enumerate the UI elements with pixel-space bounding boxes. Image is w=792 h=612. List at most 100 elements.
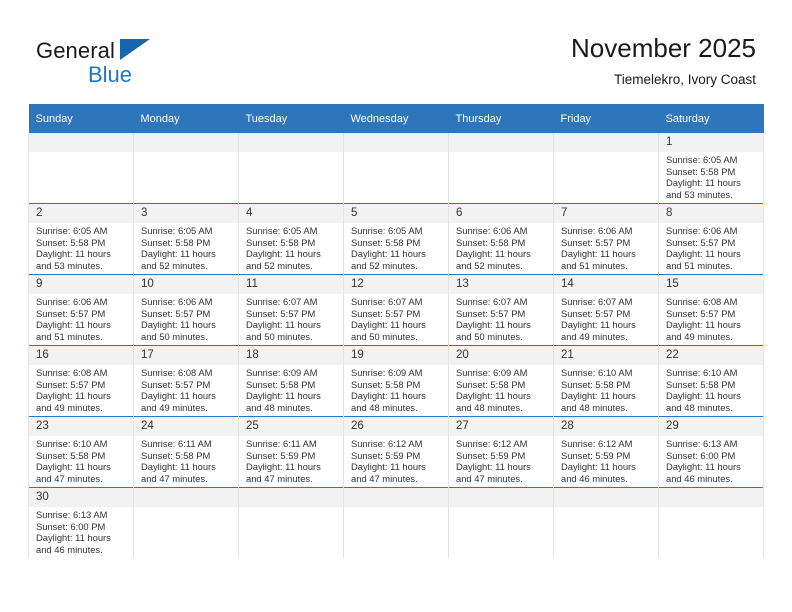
calendar-day-cell[interactable]: 7 Sunrise: 6:06 AM Sunset: 5:57 PM Daylight…: [553, 203, 659, 275]
calendar-day-cell[interactable]: 25 Sunrise: 6:11 AM Sunset: 5:59 PM Dayligh…: [238, 416, 344, 488]
calendar-day-cell[interactable]: 1 Sunrise: 6:05 AM Sunset: 5:58 PM Daylight…: [658, 133, 764, 204]
day-number: 1: [659, 133, 763, 152]
sunset-text: Sunset: 5:57 PM: [456, 307, 526, 319]
daylight-text-cont: and 53 minutes.: [666, 188, 733, 200]
calendar-day-cell[interactable]: 8 Sunrise: 6:06 AM Sunset: 5:57 PM Daylight…: [658, 203, 764, 275]
calendar-day-cell[interactable]: 16 Sunrise: 6:08 AM Sunset: 5:57 PM Dayligh…: [28, 345, 134, 417]
calendar-day-cell[interactable]: 23 Sunrise: 6:10 AM Sunset: 5:58 PM Dayligh…: [28, 416, 134, 488]
day-number: 8: [659, 204, 763, 223]
weekday-header-thursday: Thursday: [448, 104, 554, 133]
day-details: Sunrise: 6:07 AM Sunset: 5:57 PM Daylight:…: [239, 294, 343, 342]
daylight-text-cont: and 51 minutes.: [666, 259, 733, 271]
day-cell-inner: [134, 488, 238, 558]
day-details: Sunrise: 6:11 AM Sunset: 5:59 PM Daylight:…: [239, 436, 343, 484]
calendar-day-cell[interactable]: 26 Sunrise: 6:12 AM Sunset: 5:59 PM Dayligh…: [343, 416, 449, 488]
calendar-day-cell[interactable]: 17 Sunrise: 6:08 AM Sunset: 5:57 PM Dayligh…: [133, 345, 239, 417]
daylight-text: Daylight: 11 hours: [141, 461, 216, 473]
day-number: 30: [29, 488, 133, 507]
day-details: Sunrise: 6:11 AM Sunset: 5:58 PM Daylight:…: [134, 436, 238, 484]
day-cell-inner: 25 Sunrise: 6:11 AM Sunset: 5:59 PM Dayligh…: [239, 417, 343, 487]
calendar-week-row: 30 Sunrise: 6:13 AM Sunset: 6:00 PM Dayligh…: [28, 487, 764, 558]
day-cell-inner: [344, 133, 448, 203]
calendar-day-cell[interactable]: 9 Sunrise: 6:06 AM Sunset: 5:57 PM Daylight…: [28, 274, 134, 346]
calendar-day-cell[interactable]: 10 Sunrise: 6:06 AM Sunset: 5:57 PM Dayligh…: [133, 274, 239, 346]
daylight-text: Daylight: 11 hours: [456, 390, 531, 402]
day-number: 12: [344, 275, 448, 294]
day-number: 20: [449, 346, 553, 365]
sunrise-text: Sunrise: 6:07 AM: [561, 296, 633, 307]
calendar-day-cell[interactable]: 29 Sunrise: 6:13 AM Sunset: 6:00 PM Dayligh…: [658, 416, 764, 488]
sunrise-text: Sunrise: 6:07 AM: [351, 296, 423, 307]
day-cell-inner: [554, 133, 658, 203]
daylight-text: Daylight: 11 hours: [456, 461, 531, 473]
daylight-text: Daylight: 11 hours: [666, 390, 741, 402]
calendar-day-cell[interactable]: 5 Sunrise: 6:05 AM Sunset: 5:58 PM Daylight…: [343, 203, 449, 275]
daylight-text: Daylight: 11 hours: [36, 248, 111, 260]
sunrise-text: Sunrise: 6:12 AM: [456, 438, 528, 449]
day-number: 27: [449, 417, 553, 436]
calendar-day-cell[interactable]: 28 Sunrise: 6:12 AM Sunset: 5:59 PM Dayligh…: [553, 416, 659, 488]
calendar-day-cell[interactable]: 19 Sunrise: 6:09 AM Sunset: 5:58 PM Dayligh…: [343, 345, 449, 417]
day-number: 13: [449, 275, 553, 294]
calendar-day-cell[interactable]: 22 Sunrise: 6:10 AM Sunset: 5:58 PM Dayligh…: [658, 345, 764, 417]
day-number: 21: [554, 346, 658, 365]
calendar-week-row: 9 Sunrise: 6:06 AM Sunset: 5:57 PM Daylight…: [28, 274, 764, 346]
day-cell-inner: [344, 488, 448, 558]
day-number: [554, 133, 658, 152]
daylight-text: Daylight: 11 hours: [36, 390, 111, 402]
day-number: 23: [29, 417, 133, 436]
calendar-week-row: 23 Sunrise: 6:10 AM Sunset: 5:58 PM Dayligh…: [28, 416, 764, 488]
day-cell-inner: [134, 133, 238, 203]
calendar-day-cell[interactable]: 6 Sunrise: 6:06 AM Sunset: 5:58 PM Daylight…: [448, 203, 554, 275]
daylight-text: Daylight: 11 hours: [246, 248, 321, 260]
day-cell-inner: 3 Sunrise: 6:05 AM Sunset: 5:58 PM Daylight…: [134, 204, 238, 274]
calendar-day-cell[interactable]: 15 Sunrise: 6:08 AM Sunset: 5:57 PM Dayligh…: [658, 274, 764, 346]
page-header: General Blue November 2025 Tiemelekro, I…: [0, 0, 792, 100]
daylight-text: Daylight: 11 hours: [456, 319, 531, 331]
calendar-day-cell[interactable]: 14 Sunrise: 6:07 AM Sunset: 5:57 PM Dayligh…: [553, 274, 659, 346]
calendar-day-cell[interactable]: 20 Sunrise: 6:09 AM Sunset: 5:58 PM Dayligh…: [448, 345, 554, 417]
daylight-text-cont: and 47 minutes.: [141, 472, 208, 484]
day-details: Sunrise: 6:09 AM Sunset: 5:58 PM Daylight:…: [344, 365, 448, 413]
sunset-text: Sunset: 5:58 PM: [666, 165, 736, 177]
calendar-day-cell[interactable]: 3 Sunrise: 6:05 AM Sunset: 5:58 PM Daylight…: [133, 203, 239, 275]
day-cell-inner: [449, 488, 553, 558]
day-details: Sunrise: 6:09 AM Sunset: 5:58 PM Daylight:…: [239, 365, 343, 413]
calendar-weekday-header: Sunday Monday Tuesday Wednesday Thursday Frid…: [28, 104, 764, 133]
calendar-day-cell[interactable]: 4 Sunrise: 6:05 AM Sunset: 5:58 PM Daylight…: [238, 203, 344, 275]
general-blue-logo[interactable]: General Blue: [36, 38, 236, 90]
day-number: 18: [239, 346, 343, 365]
sunset-text: Sunset: 5:59 PM: [246, 449, 316, 461]
calendar-day-cell[interactable]: 12 Sunrise: 6:07 AM Sunset: 5:57 PM Dayligh…: [343, 274, 449, 346]
sunset-text: Sunset: 5:57 PM: [666, 236, 736, 248]
daylight-text: Daylight: 11 hours: [561, 319, 636, 331]
calendar-day-cell[interactable]: 2 Sunrise: 6:05 AM Sunset: 5:58 PM Daylight…: [28, 203, 134, 275]
day-details: Sunrise: 6:05 AM Sunset: 5:58 PM Daylight:…: [29, 223, 133, 271]
daylight-text-cont: and 48 minutes.: [351, 401, 418, 413]
calendar-day-cell[interactable]: 21 Sunrise: 6:10 AM Sunset: 5:58 PM Dayligh…: [553, 345, 659, 417]
day-cell-inner: 30 Sunrise: 6:13 AM Sunset: 6:00 PM Dayligh…: [29, 488, 133, 558]
calendar-day-cell[interactable]: 27 Sunrise: 6:12 AM Sunset: 5:59 PM Dayligh…: [448, 416, 554, 488]
calendar-empty-cell: [28, 133, 134, 204]
calendar-day-cell[interactable]: 24 Sunrise: 6:11 AM Sunset: 5:58 PM Dayligh…: [133, 416, 239, 488]
daylight-text-cont: and 47 minutes.: [351, 472, 418, 484]
calendar-day-cell[interactable]: 18 Sunrise: 6:09 AM Sunset: 5:58 PM Dayligh…: [238, 345, 344, 417]
calendar-day-cell[interactable]: 30 Sunrise: 6:13 AM Sunset: 6:00 PM Dayligh…: [28, 487, 134, 558]
day-number: 29: [659, 417, 763, 436]
daylight-text-cont: and 47 minutes.: [456, 472, 523, 484]
day-number: [344, 133, 448, 152]
weekday-header-sunday: Sunday: [28, 104, 134, 133]
calendar-day-cell[interactable]: 13 Sunrise: 6:07 AM Sunset: 5:57 PM Dayligh…: [448, 274, 554, 346]
calendar-empty-cell: [133, 133, 239, 204]
sunrise-text: Sunrise: 6:09 AM: [351, 367, 423, 378]
day-cell-inner: 22 Sunrise: 6:10 AM Sunset: 5:58 PM Dayligh…: [659, 346, 763, 416]
title-block: November 2025 Tiemelekro, Ivory Coast: [571, 32, 756, 90]
daylight-text: Daylight: 11 hours: [456, 248, 531, 260]
daylight-text-cont: and 51 minutes.: [561, 259, 628, 271]
daylight-text-cont: and 48 minutes.: [561, 401, 628, 413]
day-number: [239, 488, 343, 507]
sunset-text: Sunset: 5:58 PM: [246, 236, 316, 248]
calendar-day-cell[interactable]: 11 Sunrise: 6:07 AM Sunset: 5:57 PM Dayligh…: [238, 274, 344, 346]
day-details: Sunrise: 6:08 AM Sunset: 5:57 PM Daylight:…: [29, 365, 133, 413]
day-details: Sunrise: 6:07 AM Sunset: 5:57 PM Daylight:…: [554, 294, 658, 342]
